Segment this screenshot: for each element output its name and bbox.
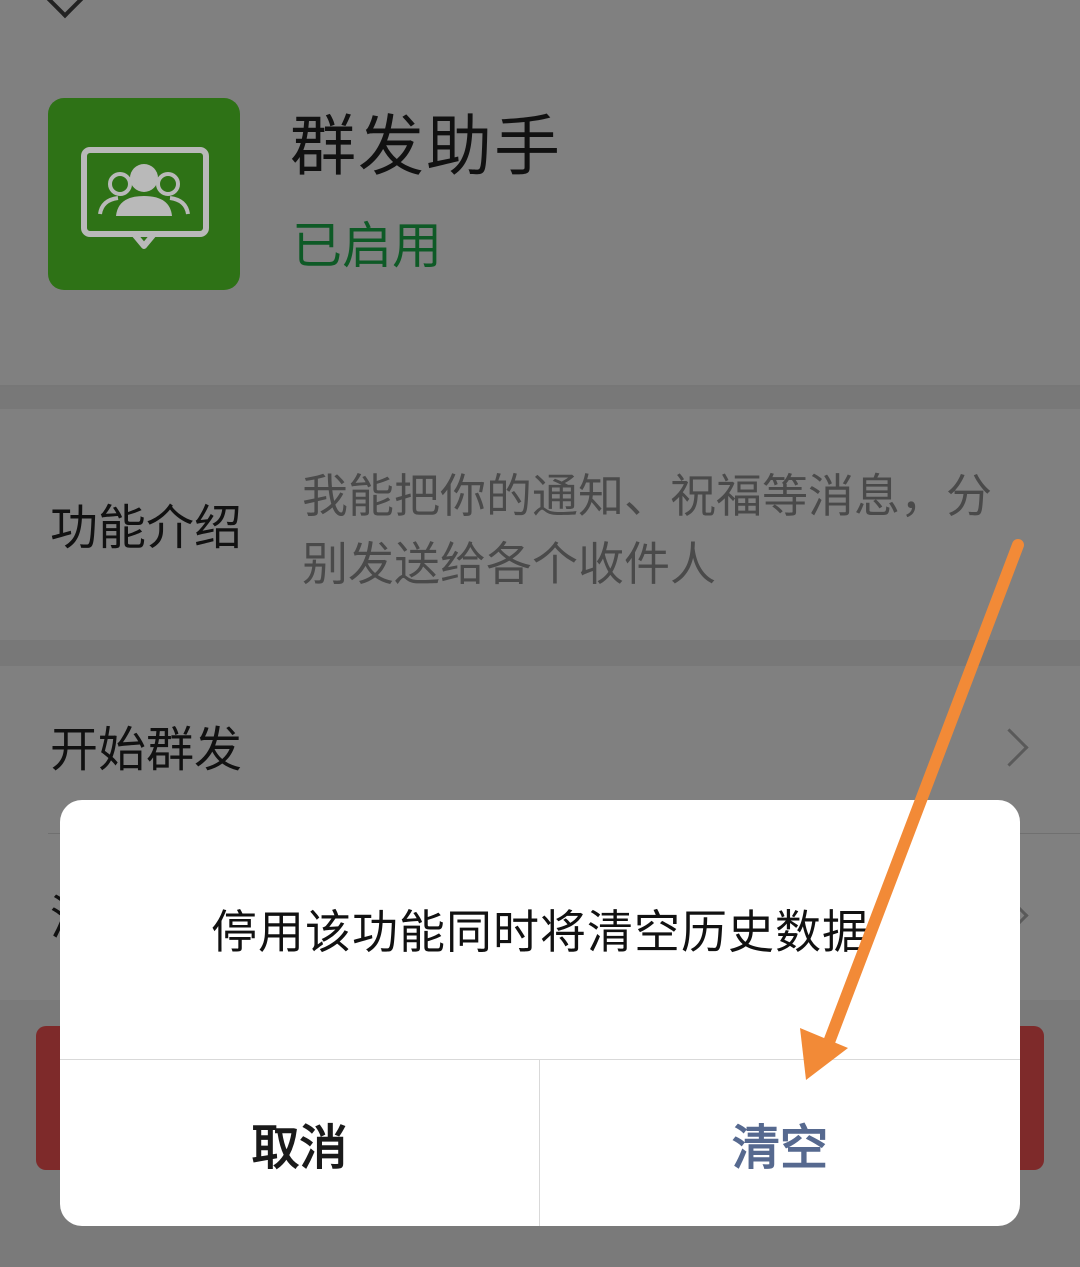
section-gap — [0, 387, 1080, 409]
group-chat-icon — [48, 98, 240, 290]
app-name: 群发助手 — [290, 108, 562, 185]
section-gap — [0, 640, 1080, 666]
intro-label: 功能介绍 — [50, 500, 243, 556]
intro-text: 我能把你的通知、祝福等消息，分别发送给各个收件人 — [302, 469, 992, 591]
cancel-button[interactable]: 取消 — [60, 1060, 539, 1226]
dialog-message: 停用该功能同时将清空历史数据 — [211, 905, 869, 959]
status-label: 已启用 — [292, 217, 442, 275]
confirm-dialog: 停用该功能同时将清空历史数据 取消 清空 — [60, 800, 1020, 1226]
start-broadcast-item[interactable]: 开始群发 — [50, 720, 242, 780]
clear-button[interactable]: 清空 — [540, 1060, 1020, 1226]
